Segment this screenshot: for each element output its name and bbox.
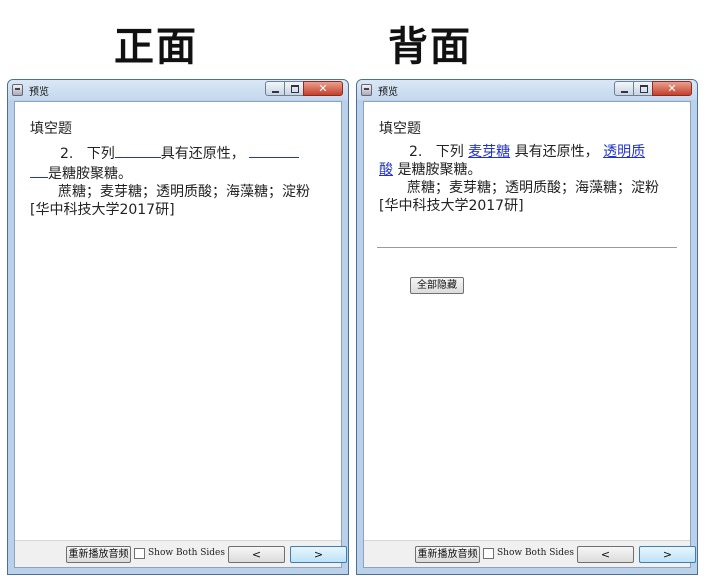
minimize-button[interactable]	[265, 81, 285, 96]
cloze-blank-2	[249, 143, 300, 158]
choices-text: 蔗糖；麦芽糖；透明质酸；海藻糖；淀粉[华中科技大学2017研]	[30, 184, 310, 218]
hide-all-button[interactable]: 全部隐藏	[410, 277, 464, 294]
next-card-button[interactable]: >	[639, 546, 696, 563]
back-heading: 背面	[388, 23, 472, 70]
cloze-answer-1[interactable]: 麦芽糖	[468, 144, 510, 160]
question-number: 2.	[409, 144, 423, 160]
minimize-icon	[272, 91, 279, 93]
minimize-button[interactable]	[614, 81, 634, 96]
stem-after: 是糖胺聚糖。	[48, 166, 132, 182]
choices-text: 蔗糖；麦芽糖；透明质酸；海藻糖；淀粉[华中科技大学2017研]	[379, 180, 659, 214]
show-both-sides-label: Show Both Sides	[148, 548, 226, 558]
show-both-sides-label: Show Both Sides	[497, 548, 575, 558]
cloze-blank-1	[114, 143, 161, 158]
question-text: 2. 下列 具有还原性， 是糖胺聚糖。	[30, 143, 326, 183]
stem-after: 是糖胺聚糖。	[397, 162, 482, 178]
preview-footer: 重新播放音频 Show Both Sides < >	[15, 540, 347, 567]
maximize-button[interactable]	[284, 81, 304, 96]
question-type-label: 填空题	[30, 121, 72, 137]
next-card-button[interactable]: >	[290, 546, 347, 563]
maximize-icon	[640, 85, 648, 93]
cloze-blank-2-cont	[30, 163, 48, 178]
close-button[interactable]: ✕	[303, 81, 343, 96]
front-heading: 正面	[114, 23, 198, 70]
back-title-bar[interactable]: 预览 ✕	[357, 80, 697, 100]
stem-mid: 具有还原性，	[514, 144, 599, 160]
stem-mid: 具有还原性，	[160, 146, 245, 162]
close-icon: ✕	[667, 82, 677, 95]
close-icon: ✕	[318, 82, 328, 95]
stem-before: 下列	[86, 146, 115, 162]
minimize-icon	[621, 91, 628, 93]
app-icon	[12, 84, 23, 96]
question-number: 2.	[60, 146, 74, 162]
front-preview-window: 预览 ✕ 填空题 2. 下列 具有还原性， 是糖胺聚糖。 蔗糖；麦芽糖；透明质酸；…	[7, 79, 349, 575]
card-front-content: 填空题 2. 下列 具有还原性， 是糖胺聚糖。 蔗糖；麦芽糖；透明质酸；海藻糖；淀…	[30, 120, 326, 219]
previous-card-button[interactable]: <	[228, 546, 285, 563]
card-back-content: 填空题 2. 下列 麦芽糖 具有还原性， 透明质酸 是糖胺聚糖。 蔗糖；麦芽糖；…	[379, 120, 675, 215]
maximize-icon	[291, 85, 299, 93]
previous-card-button[interactable]: <	[577, 546, 634, 563]
question-text: 2. 下列 麦芽糖 具有还原性， 透明质酸 是糖胺聚糖。	[379, 143, 675, 179]
preview-footer: 重新播放音频 Show Both Sides < >	[364, 540, 696, 567]
card-preview-area: 填空题 2. 下列 具有还原性， 是糖胺聚糖。 蔗糖；麦芽糖；透明质酸；海藻糖；淀…	[14, 101, 347, 568]
close-button[interactable]: ✕	[652, 81, 692, 96]
answer-divider	[377, 247, 677, 248]
front-title-bar[interactable]: 预览 ✕	[8, 80, 348, 100]
window-title: 预览	[29, 87, 49, 98]
replay-audio-button[interactable]: 重新播放音频	[66, 546, 131, 563]
question-type-label: 填空题	[379, 121, 421, 137]
stem-before: 下列	[435, 144, 464, 160]
card-preview-area: 填空题 2. 下列 麦芽糖 具有还原性， 透明质酸 是糖胺聚糖。 蔗糖；麦芽糖；…	[363, 101, 696, 568]
app-icon	[361, 84, 372, 96]
maximize-button[interactable]	[633, 81, 653, 96]
show-both-sides-checkbox[interactable]	[134, 548, 145, 559]
show-both-sides-checkbox[interactable]	[483, 548, 494, 559]
back-preview-window: 预览 ✕ 填空题 2. 下列 麦芽糖 具有还原性， 透明质酸 是糖胺聚糖。 蔗糖…	[356, 79, 698, 575]
replay-audio-button[interactable]: 重新播放音频	[415, 546, 480, 563]
window-title: 预览	[378, 87, 398, 98]
